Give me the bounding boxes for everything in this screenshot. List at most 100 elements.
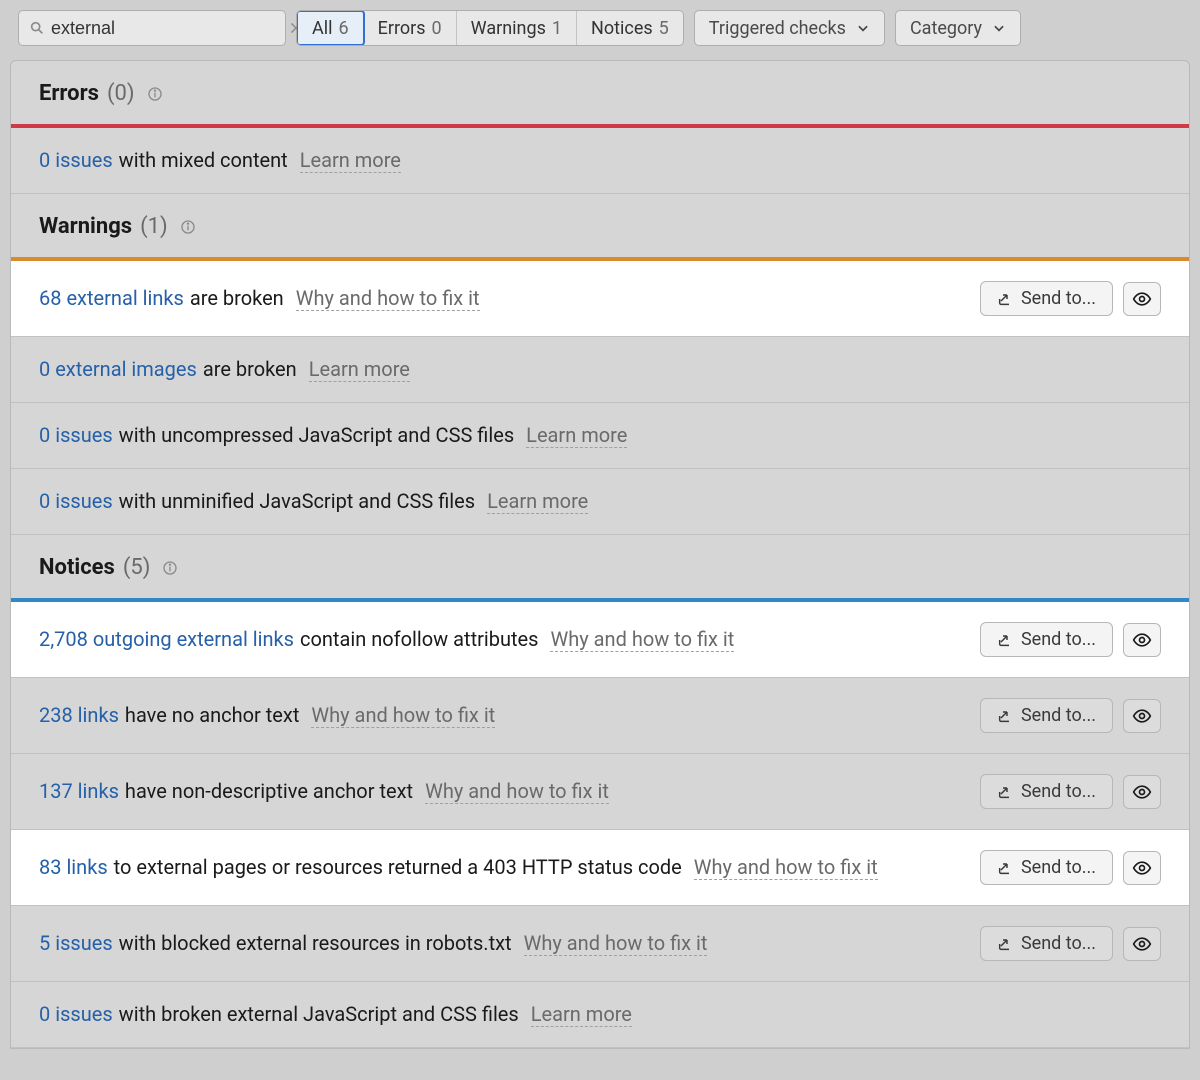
eye-icon	[1132, 782, 1152, 802]
issue-link[interactable]: 5 issues	[39, 931, 113, 955]
search-field[interactable]	[18, 10, 286, 46]
send-to-button[interactable]: Send to...	[980, 281, 1113, 316]
send-to-label: Send to...	[1021, 781, 1096, 802]
dropdown-label: Triggered checks	[709, 18, 846, 39]
issue-row: 238 links have no anchor text Why and ho…	[11, 678, 1189, 754]
learn-more-link[interactable]: Learn more	[487, 489, 588, 514]
notices-header: Notices (5)	[11, 535, 1189, 598]
view-button[interactable]	[1123, 775, 1161, 809]
issues-panel: Errors (0) 0 issues with mixed content L…	[10, 60, 1190, 1049]
learn-more-link[interactable]: Learn more	[309, 357, 410, 382]
issue-link[interactable]: 0 issues	[39, 148, 113, 172]
tab-count: 6	[339, 18, 349, 39]
tab-errors[interactable]: Errors 0	[364, 11, 457, 45]
share-icon	[997, 708, 1013, 724]
toolbar: All 6 Errors 0 Warnings 1 Notices 5 Trig…	[0, 0, 1200, 60]
share-icon	[997, 860, 1013, 876]
why-fix-link[interactable]: Why and how to fix it	[311, 703, 495, 728]
section-count: (5)	[123, 555, 151, 580]
issue-row: 0 issues with mixed content Learn more	[11, 128, 1189, 194]
info-icon[interactable]	[147, 86, 163, 102]
issue-desc: to external pages or resources returned …	[114, 855, 682, 879]
issue-link[interactable]: 0 external images	[39, 357, 197, 381]
issue-link[interactable]: 0 issues	[39, 423, 113, 447]
category-dropdown[interactable]: Category	[895, 10, 1021, 46]
eye-icon	[1132, 706, 1152, 726]
eye-icon	[1132, 858, 1152, 878]
send-to-label: Send to...	[1021, 705, 1096, 726]
tab-label: Warnings	[471, 18, 546, 39]
tab-all[interactable]: All 6	[296, 10, 365, 46]
tab-label: All	[312, 18, 333, 39]
issue-link[interactable]: 137 links	[39, 779, 119, 803]
send-to-button[interactable]: Send to...	[980, 698, 1113, 733]
issue-desc: have no anchor text	[125, 703, 299, 727]
why-fix-link[interactable]: Why and how to fix it	[296, 286, 480, 311]
issue-row: 0 issues with broken external JavaScript…	[11, 982, 1189, 1048]
issue-desc: with mixed content	[119, 148, 288, 172]
errors-header: Errors (0)	[11, 61, 1189, 124]
issue-desc: with uncompressed JavaScript and CSS fil…	[119, 423, 515, 447]
issue-link[interactable]: 83 links	[39, 855, 108, 879]
send-to-label: Send to...	[1021, 629, 1096, 650]
send-to-label: Send to...	[1021, 857, 1096, 878]
issue-row: 68 external links are broken Why and how…	[11, 261, 1189, 337]
why-fix-link[interactable]: Why and how to fix it	[425, 779, 609, 804]
tab-label: Notices	[591, 18, 653, 39]
issue-row: 0 issues with uncompressed JavaScript an…	[11, 403, 1189, 469]
issue-desc: contain nofollow attributes	[300, 627, 538, 651]
eye-icon	[1132, 630, 1152, 650]
issue-desc: are broken	[203, 357, 297, 381]
issue-link[interactable]: 0 issues	[39, 1002, 113, 1026]
section-title: Warnings	[39, 214, 132, 239]
filter-tabs: All 6 Errors 0 Warnings 1 Notices 5	[296, 10, 684, 46]
issue-row: 83 links to external pages or resources …	[11, 830, 1189, 906]
section-count: (1)	[140, 214, 168, 239]
send-to-label: Send to...	[1021, 933, 1096, 954]
learn-more-link[interactable]: Learn more	[300, 148, 401, 173]
why-fix-link[interactable]: Why and how to fix it	[550, 627, 734, 652]
view-button[interactable]	[1123, 927, 1161, 961]
issue-desc: with broken external JavaScript and CSS …	[119, 1002, 519, 1026]
info-icon[interactable]	[180, 219, 196, 235]
send-to-button[interactable]: Send to...	[980, 926, 1113, 961]
issue-desc: have non-descriptive anchor text	[125, 779, 413, 803]
learn-more-link[interactable]: Learn more	[531, 1002, 632, 1027]
view-button[interactable]	[1123, 623, 1161, 657]
send-to-label: Send to...	[1021, 288, 1096, 309]
eye-icon	[1132, 289, 1152, 309]
info-icon[interactable]	[162, 560, 178, 576]
issue-desc: with unminified JavaScript and CSS files	[119, 489, 475, 513]
view-button[interactable]	[1123, 699, 1161, 733]
eye-icon	[1132, 934, 1152, 954]
chevron-down-icon	[856, 21, 870, 35]
why-fix-link[interactable]: Why and how to fix it	[524, 931, 708, 956]
issue-row: 0 issues with unminified JavaScript and …	[11, 469, 1189, 535]
issue-link[interactable]: 0 issues	[39, 489, 113, 513]
search-icon	[29, 20, 45, 36]
section-count: (0)	[107, 81, 135, 106]
issue-row: 0 external images are broken Learn more	[11, 337, 1189, 403]
section-title: Notices	[39, 555, 115, 580]
issue-link[interactable]: 2,708 outgoing external links	[39, 627, 294, 651]
share-icon	[997, 632, 1013, 648]
dropdown-label: Category	[910, 18, 982, 39]
issue-link[interactable]: 68 external links	[39, 286, 184, 310]
send-to-button[interactable]: Send to...	[980, 850, 1113, 885]
search-input[interactable]	[45, 14, 289, 43]
send-to-button[interactable]: Send to...	[980, 622, 1113, 657]
send-to-button[interactable]: Send to...	[980, 774, 1113, 809]
tab-warnings[interactable]: Warnings 1	[457, 11, 577, 45]
learn-more-link[interactable]: Learn more	[526, 423, 627, 448]
triggered-checks-dropdown[interactable]: Triggered checks	[694, 10, 885, 46]
view-button[interactable]	[1123, 851, 1161, 885]
view-button[interactable]	[1123, 282, 1161, 316]
tab-notices[interactable]: Notices 5	[577, 11, 683, 45]
issue-row: 5 issues with blocked external resources…	[11, 906, 1189, 982]
why-fix-link[interactable]: Why and how to fix it	[694, 855, 878, 880]
issue-link[interactable]: 238 links	[39, 703, 119, 727]
chevron-down-icon	[992, 21, 1006, 35]
tab-count: 1	[552, 18, 562, 39]
issue-row: 137 links have non-descriptive anchor te…	[11, 754, 1189, 830]
share-icon	[997, 936, 1013, 952]
